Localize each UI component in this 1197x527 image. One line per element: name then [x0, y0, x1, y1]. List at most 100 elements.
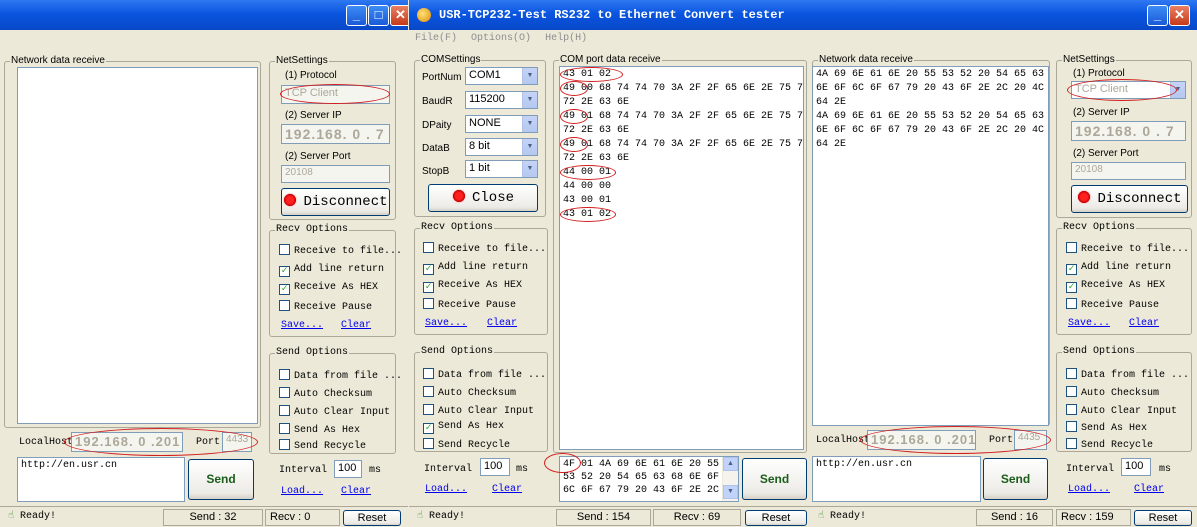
- minimize-button[interactable]: _: [346, 5, 367, 26]
- load-link[interactable]: Load...: [281, 486, 323, 497]
- menu-help[interactable]: Help(H): [545, 33, 587, 44]
- close-button[interactable]: ✕: [1169, 5, 1190, 26]
- red-led-icon: [1077, 190, 1092, 204]
- data-from-file-checkbox[interactable]: Data from file ...: [279, 369, 402, 382]
- server-ip-field[interactable]: 192.168. 0 . 7: [1071, 121, 1186, 141]
- net-send-recycle-checkbox[interactable]: Send Recycle: [1066, 438, 1153, 451]
- net-clear-send-link[interactable]: Clear: [1134, 484, 1164, 495]
- right-titlebar: USR-TCP232-Test RS232 to Ethernet Conver…: [409, 0, 1197, 30]
- net-recv-options-title: Recv Options: [1062, 222, 1137, 233]
- protocol-label: (1) Protocol: [285, 70, 337, 81]
- close-button[interactable]: ✕: [390, 5, 408, 26]
- add-line-return-checkbox[interactable]: ✓ Add line return: [423, 262, 528, 275]
- send-as-hex-checkbox[interactable]: Send As Hex: [279, 423, 360, 436]
- interval-field[interactable]: 100: [480, 458, 510, 476]
- auto-clear-input-checkbox[interactable]: Auto Clear Input: [279, 405, 390, 418]
- send-options-title: Send Options: [420, 346, 495, 357]
- net-recv-count: Recv : 159: [1056, 509, 1131, 526]
- com-settings-title: COMSettings: [420, 54, 482, 65]
- network-receive-area[interactable]: 4A 69 6E 61 6E 20 55 53 52 20 54 65 63 6…: [812, 66, 1049, 426]
- stopbits-select[interactable]: 1 bit ▼: [465, 160, 538, 178]
- net-auto-clear-input-checkbox[interactable]: Auto Clear Input: [1066, 404, 1177, 417]
- load-link[interactable]: Load...: [425, 484, 467, 495]
- server-port-field[interactable]: 20108: [281, 165, 390, 183]
- menu-options[interactable]: Options(O): [471, 33, 531, 44]
- com-send-area[interactable]: 4F 01 4A 69 6E 61 6E 20 55 53 52 20 54 6…: [559, 456, 739, 502]
- send-recycle-checkbox[interactable]: Send Recycle: [279, 439, 366, 452]
- net-send-count: Send : 16: [976, 509, 1053, 526]
- minimize-button[interactable]: _: [1147, 5, 1168, 26]
- clear-send-link[interactable]: Clear: [341, 486, 371, 497]
- baudrate-label: BaudR: [422, 96, 453, 107]
- receive-to-file-checkbox[interactable]: Receive to file...: [423, 242, 546, 255]
- right-menubar: File(F) Options(O) Help(H): [409, 30, 1197, 48]
- com-status-panel: ☝ Ready!: [417, 511, 466, 522]
- send-button[interactable]: Send: [188, 459, 254, 500]
- annotation-ellipse: [560, 109, 588, 124]
- net-receive-as-hex-checkbox[interactable]: ✓ Receive As HEX: [1066, 280, 1165, 293]
- interval-field[interactable]: 100: [334, 460, 362, 478]
- protocol-annotation: [280, 84, 390, 104]
- save-link[interactable]: Save...: [281, 320, 323, 331]
- portnum-select[interactable]: COM1 ▼: [465, 67, 538, 85]
- net-clear-recv-link[interactable]: Clear: [1129, 318, 1159, 329]
- disconnect-button[interactable]: Disconnect: [281, 188, 390, 216]
- send-as-hex-checkbox[interactable]: ✓ Send As Hex: [423, 421, 504, 434]
- clear-recv-link[interactable]: Clear: [341, 320, 371, 331]
- net-receive-pause-checkbox[interactable]: Receive Pause: [1066, 298, 1159, 311]
- receive-as-hex-checkbox[interactable]: ✓ Receive As HEX: [423, 280, 522, 293]
- net-save-link[interactable]: Save...: [1068, 318, 1110, 329]
- auto-checksum-checkbox[interactable]: Auto Checksum: [423, 386, 516, 399]
- left-menubar: [0, 30, 408, 48]
- network-send-area[interactable]: http://en.usr.cn: [812, 456, 981, 502]
- baudrate-select[interactable]: 115200 ▼: [465, 91, 538, 109]
- parity-select[interactable]: NONE ▼: [465, 115, 538, 133]
- data-from-file-checkbox[interactable]: Data from file ...: [423, 368, 546, 381]
- com-send-scrollbar[interactable]: ▲ ▼: [722, 457, 738, 501]
- net-interval-label: Interval: [1066, 464, 1115, 475]
- net-receive-to-file-checkbox[interactable]: Receive to file...: [1066, 242, 1189, 255]
- net-add-line-return-checkbox[interactable]: ✓ Add line return: [1066, 262, 1171, 275]
- reset-button[interactable]: Reset: [343, 510, 401, 526]
- interval-label: Interval: [424, 464, 473, 475]
- databits-select[interactable]: 8 bit ▼: [465, 138, 538, 156]
- com-send-button[interactable]: Send: [742, 458, 807, 500]
- net-interval-field[interactable]: 100: [1121, 458, 1151, 476]
- maximize-button[interactable]: □: [368, 5, 389, 26]
- net-send-as-hex-checkbox[interactable]: Send As Hex: [1066, 421, 1147, 434]
- network-receive-title: Network data receive: [10, 55, 106, 66]
- add-line-return-checkbox[interactable]: ✓ Add line return: [279, 264, 384, 277]
- close-port-button[interactable]: Close: [428, 184, 538, 212]
- auto-checksum-checkbox[interactable]: Auto Checksum: [279, 387, 372, 400]
- server-ip-field[interactable]: 192.168. 0 . 7: [281, 124, 390, 144]
- net-data-from-file-checkbox[interactable]: Data from file ...: [1066, 368, 1189, 381]
- clear-recv-link[interactable]: Clear: [487, 318, 517, 329]
- dropdown-arrow-icon: ▼: [522, 161, 537, 177]
- window-title: USR-TCP232-Test RS232 to Ethernet Conver…: [439, 8, 785, 22]
- net-load-link[interactable]: Load...: [1068, 484, 1110, 495]
- com-reset-button[interactable]: Reset: [745, 510, 807, 526]
- network-send-button[interactable]: Send: [983, 458, 1048, 500]
- net-reset-button[interactable]: Reset: [1134, 510, 1192, 526]
- receive-pause-checkbox[interactable]: Receive Pause: [423, 298, 516, 311]
- interval-label: Interval: [279, 465, 328, 476]
- receive-to-file-checkbox[interactable]: Receive to file...: [279, 244, 402, 257]
- network-send-area[interactable]: http://en.usr.cn: [17, 457, 185, 502]
- close-label: Close: [471, 190, 514, 206]
- save-link[interactable]: Save...: [425, 318, 467, 329]
- auto-clear-input-checkbox[interactable]: Auto Clear Input: [423, 404, 534, 417]
- receive-pause-checkbox[interactable]: Receive Pause: [279, 300, 372, 313]
- com-receive-area[interactable]: 43 01 02 49 00 68 74 74 70 3A 2F 2F 65 6…: [559, 66, 804, 450]
- network-receive-area[interactable]: [17, 67, 258, 424]
- net-auto-checksum-checkbox[interactable]: Auto Checksum: [1066, 386, 1159, 399]
- portnum-label: PortNum: [422, 72, 462, 83]
- left-titlebar: _ □ ✕: [0, 0, 408, 30]
- menu-file[interactable]: File(F): [415, 33, 457, 44]
- receive-as-hex-checkbox[interactable]: ✓ Receive As HEX: [279, 282, 378, 295]
- server-port-field[interactable]: 20108: [1071, 162, 1186, 180]
- send-recycle-checkbox[interactable]: Send Recycle: [423, 438, 510, 451]
- disconnect-button[interactable]: Disconnect: [1071, 185, 1188, 213]
- disconnect-label: Disconnect: [303, 194, 388, 210]
- net-settings-title: NetSettings: [1062, 54, 1116, 65]
- clear-send-link[interactable]: Clear: [492, 484, 522, 495]
